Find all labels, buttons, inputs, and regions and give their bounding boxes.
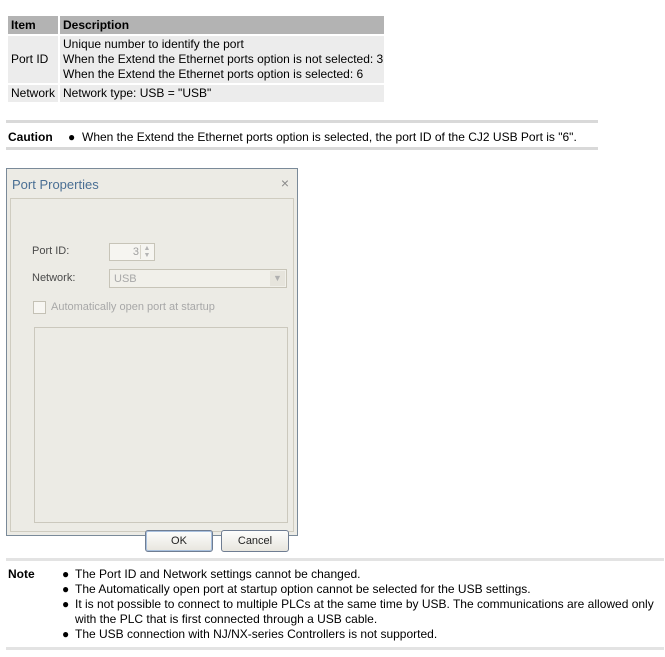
description-line: When the Extend the Ethernet ports optio…	[63, 67, 364, 81]
empty-panel	[34, 327, 288, 523]
bullet-icon: ●	[62, 582, 70, 596]
note-list: ● The Port ID and Network settings cannot…	[62, 567, 658, 642]
dialog-body: Port ID: 3 ▲ ▼ Network: USB ▼ Automatica…	[10, 198, 294, 552]
description-line: Unique number to identify the port	[63, 37, 244, 51]
column-header-item: Item	[8, 16, 59, 34]
column-header-description: Description	[60, 16, 385, 34]
auto-open-label: Automatically open port at startup	[51, 301, 215, 313]
close-icon[interactable]: ×	[281, 175, 289, 191]
caution-text: When the Extend the Ethernet ports optio…	[82, 130, 577, 144]
arrow-up-icon[interactable]: ▲	[141, 245, 153, 252]
note-item-text: The Port ID and Network settings cannot …	[75, 567, 361, 581]
description-line: Network type: USB = "USB"	[63, 86, 212, 100]
port-id-label: Port ID:	[32, 245, 70, 257]
row-item-port-id: Port ID	[8, 36, 59, 83]
list-item: ● The Port ID and Network settings cannot…	[62, 567, 658, 582]
spinner-arrows[interactable]: ▲ ▼	[140, 245, 153, 259]
port-settings-table: Item Description Port ID Unique number t…	[6, 14, 386, 104]
bullet-icon: ●	[68, 130, 76, 144]
row-description-network: Network type: USB = "USB"	[60, 85, 385, 102]
port-properties-dialog: Port Properties × Port ID: 3 ▲ ▼ Network…	[6, 168, 298, 552]
caution-box: Caution ● When the Extend the Ethernet p…	[6, 120, 598, 150]
row-description-port-id: Unique number to identify the port When …	[60, 36, 385, 83]
row-item-network: Network	[8, 85, 59, 102]
table-header-row: Item Description	[8, 16, 385, 34]
auto-open-checkbox[interactable]	[33, 301, 46, 314]
network-label: Network:	[32, 272, 76, 284]
dialog-titlebar[interactable]: Port Properties ×	[7, 169, 297, 197]
arrow-down-icon[interactable]: ▼	[141, 252, 153, 259]
chevron-down-icon[interactable]: ▼	[270, 271, 285, 286]
bullet-icon: ●	[62, 567, 70, 581]
note-label: Note	[8, 567, 35, 581]
bullet-icon: ●	[62, 597, 70, 611]
cancel-button[interactable]: Cancel	[221, 530, 289, 552]
list-item: ● The USB connection with NJ/NX-series Co…	[62, 627, 658, 642]
ok-button[interactable]: OK	[145, 530, 213, 552]
network-value: USB	[114, 273, 137, 285]
bullet-icon: ●	[62, 627, 70, 641]
caution-label: Caution	[8, 130, 53, 144]
description-line: When the Extend the Ethernet ports optio…	[63, 52, 384, 66]
network-select[interactable]: USB ▼	[109, 269, 287, 288]
port-id-value: 3	[132, 246, 139, 258]
list-item: ● It is not possible to connect to multip…	[62, 597, 658, 627]
table-row: Port ID Unique number to identify the po…	[8, 36, 385, 83]
table-row: Network Network type: USB = "USB"	[8, 85, 385, 102]
list-item: ● The Automatically open port at startup …	[62, 582, 658, 597]
note-item-text: It is not possible to connect to multipl…	[75, 597, 654, 626]
note-item-text: The USB connection with NJ/NX-series Con…	[75, 627, 438, 641]
port-id-spinner[interactable]: 3 ▲ ▼	[109, 243, 155, 261]
note-box: Note ● The Port ID and Network settings c…	[6, 558, 664, 650]
note-item-text: The Automatically open port at startup o…	[75, 582, 531, 596]
dialog-title: Port Properties	[12, 177, 99, 192]
